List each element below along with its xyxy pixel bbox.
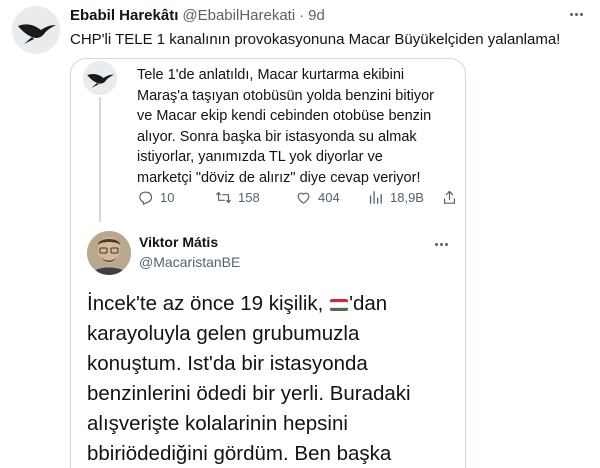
- views-chart-icon: [369, 190, 382, 204]
- quoted-author-avatar[interactable]: [87, 231, 131, 275]
- thread-avatar[interactable]: [83, 61, 117, 95]
- thread-line-text: istiyorlar, yanımızda TL yok diyorlar ve: [137, 149, 383, 165]
- thread-line-text: alıyor. Sonra başka bir istasyonda su al…: [137, 128, 417, 145]
- author-handle[interactable]: @EbabilHarekati: [182, 7, 295, 24]
- quoted-line: karayoluyla gelen grubumuzla: [87, 322, 360, 345]
- thread-line-text: marketçi "döviz de alırız" diye cevap ve…: [137, 169, 421, 186]
- view-count: 18,9B: [390, 189, 424, 205]
- quoted-line: benzinlerini ödedi bir yerli. Buradaki: [87, 382, 411, 405]
- quoted-tweet-text: İncek'te az önce 19 kişilik, 'dan karayo…: [87, 289, 459, 468]
- tweet-time[interactable]: 9d: [308, 7, 325, 24]
- quote-card[interactable]: Tele 1'de anlatıldı, Macar kurtarma ekib…: [70, 58, 466, 468]
- reply-icon: [139, 191, 153, 205]
- action-bar: 10 158 404 18,9B: [137, 187, 457, 207]
- reply-button[interactable]: 10: [137, 187, 174, 207]
- quoted-line: İncek'te az önce 19 kişilik, 'dan: [87, 292, 388, 315]
- quoted-more-options-icon[interactable]: [431, 239, 451, 249]
- quoted-line: alışverişte kolalarinin hepsini: [87, 412, 348, 435]
- hungary-flag-icon: [330, 299, 349, 311]
- thread-line-text: Maraş'a taşıyan otobüsün yolda benzini b…: [137, 87, 434, 104]
- like-count: 404: [318, 189, 340, 205]
- retweet-icon: [216, 191, 231, 203]
- share-button[interactable]: [441, 187, 458, 207]
- thread-line-text: ve Macar ekip kendi cebinden otobüse ben…: [137, 108, 432, 124]
- swallow-logo-icon: [18, 24, 56, 44]
- tweet-header: Ebabil Harekâtı @EbabilHarekati · 9d: [70, 5, 588, 25]
- thread-connector-line: [99, 97, 101, 222]
- person-photo-icon: [87, 231, 131, 275]
- quoted-author-name[interactable]: Viktor Mátis: [139, 234, 218, 250]
- retweet-button[interactable]: 158: [215, 187, 260, 207]
- heart-icon: [297, 192, 310, 204]
- thread-line-text: Tele 1'de anlatıldı, Macar kurtarma ekib…: [137, 67, 405, 83]
- share-icon: [443, 190, 456, 204]
- quoted-author-handle[interactable]: @MacaristanBE: [139, 254, 240, 270]
- retweet-count: 158: [238, 189, 260, 205]
- quoted-line: konuştum. Ist'da bir istasyonda: [87, 352, 368, 375]
- tweet-text: CHP'li TELE 1 kanalının provokasyonuna M…: [70, 31, 561, 48]
- like-button[interactable]: 404: [295, 187, 340, 207]
- author-avatar[interactable]: [12, 6, 60, 54]
- thread-tweet-text: Tele 1'de anlatıldı, Macar kurtarma ekib…: [137, 65, 457, 188]
- reply-count: 10: [160, 189, 175, 205]
- swallow-logo-icon: [87, 73, 115, 88]
- separator-dot: ·: [299, 6, 305, 24]
- views-button[interactable]: 18,9B: [367, 187, 424, 207]
- quoted-line: bbiriödediğini gördüm. Ben başka: [87, 442, 392, 465]
- author-name[interactable]: Ebabil Harekâtı: [70, 7, 178, 24]
- more-options-icon[interactable]: [566, 4, 586, 24]
